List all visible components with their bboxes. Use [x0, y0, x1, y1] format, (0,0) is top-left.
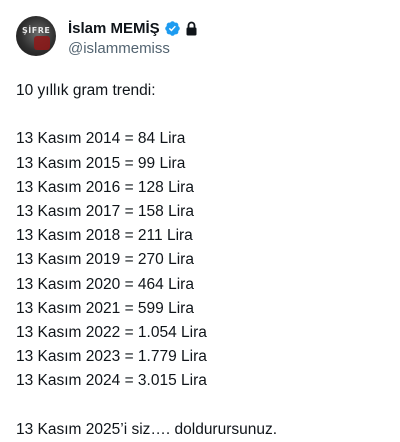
price-line: 13 Kasım 2023 = 1.779 Lira: [16, 348, 207, 366]
price-line: 13 Kasım 2021 = 599 Lira: [16, 299, 194, 317]
tweet-text: 10 yıllık gram trendi: 13 Kasım 2014 = 8…: [16, 79, 386, 442]
price-line: 13 Kasım 2020 = 464 Lira: [16, 275, 194, 293]
avatar-graphic: [34, 36, 50, 50]
name-row: İslam MEMİŞ: [68, 18, 198, 38]
price-line: 13 Kasım 2022 = 1.054 Lira: [16, 323, 207, 341]
tweet-header: İslam MEMİŞ @islammemiss: [68, 18, 198, 57]
price-line: 13 Kasım 2017 = 158 Lira: [16, 202, 194, 220]
tweet-closing: 13 Kasım 2025’i siz…. doldurursunuz.: [16, 420, 278, 438]
verified-badge-icon: [164, 20, 180, 36]
tweet-intro: 10 yıllık gram trendi:: [16, 82, 156, 99]
tweet-card: ŞİFRE İslam MEMİŞ @islammemiss 10 yıllık…: [0, 0, 400, 441]
display-name[interactable]: İslam MEMİŞ: [68, 20, 160, 37]
price-line: 13 Kasım 2024 = 3.015 Lira: [16, 372, 207, 390]
price-line: 13 Kasım 2018 = 211 Lira: [16, 227, 193, 245]
user-handle[interactable]: @islammemiss: [68, 40, 198, 57]
price-line: 13 Kasım 2015 = 99 Lira: [16, 154, 186, 172]
avatar[interactable]: ŞİFRE: [16, 16, 56, 56]
price-line: 13 Kasım 2014 = 84 Lira: [16, 130, 186, 148]
avatar-text: ŞİFRE: [22, 26, 51, 35]
price-line: 13 Kasım 2016 = 128 Lira: [16, 178, 194, 196]
lock-icon: [186, 21, 197, 35]
price-line: 13 Kasım 2019 = 270 Lira: [16, 251, 194, 269]
